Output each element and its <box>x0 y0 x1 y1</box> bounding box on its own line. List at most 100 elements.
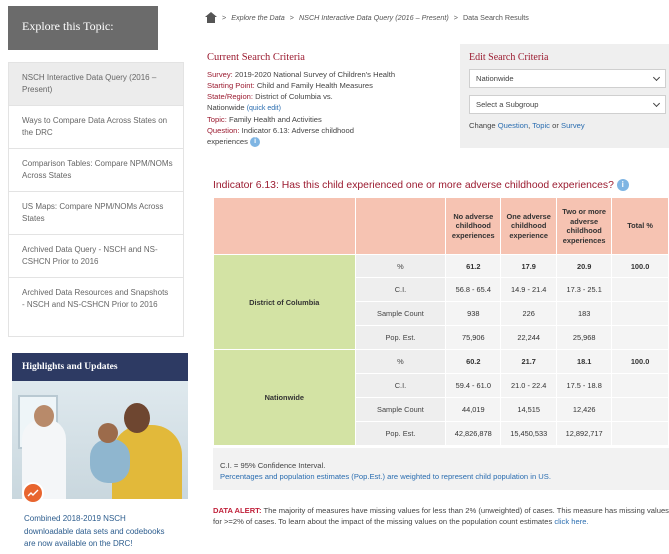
table-cell: 60.2 <box>445 349 502 374</box>
question-value-2: experiences <box>207 137 248 146</box>
table-cell: 21.7 <box>500 349 558 374</box>
table-cell: 12,892,717 <box>556 421 613 446</box>
info-icon[interactable]: i <box>616 179 629 191</box>
table-cell <box>611 325 669 350</box>
group-label: District of Columbia <box>213 254 356 350</box>
row-label: % <box>354 254 447 278</box>
change-prefix: Change <box>469 121 496 130</box>
starting-point-label: Starting Point: <box>207 81 255 90</box>
criteria-title: Current Search Criteria <box>207 52 305 63</box>
results-table: No adverse childhood experiences One adv… <box>213 197 669 446</box>
state-region-value: District of Columbia vs. <box>255 92 333 101</box>
breadcrumb-nsch-query[interactable]: NSCH Interactive Data Query (2016 – Pres… <box>299 13 449 22</box>
table-header: Two or more adverse childhood experience… <box>556 197 613 255</box>
state-region-value-2: Nationwide <box>207 103 245 112</box>
table-cell: 21.0 - 22.4 <box>500 373 558 398</box>
region-select-value: Nationwide <box>476 74 514 83</box>
current-search-criteria: Current Search Criteria Survey: 2019-202… <box>207 52 437 147</box>
table-cell <box>611 277 669 302</box>
data-alert-text: The majority of measures have missing va… <box>213 506 669 526</box>
topic-label: Topic: <box>207 115 227 124</box>
topic-value: Family Health and Activities <box>228 115 322 124</box>
row-label: Pop. Est. <box>354 421 447 446</box>
breadcrumb: > Explore the Data > NSCH Interactive Da… <box>205 12 529 23</box>
table-cell: 20.9 <box>556 254 613 278</box>
row-label: Pop. Est. <box>354 325 447 350</box>
row-label: Sample Count <box>354 397 447 422</box>
quick-edit-link[interactable]: (quick edit) <box>247 105 281 112</box>
highlights-photo[interactable] <box>12 381 188 499</box>
row-label: Sample Count <box>354 301 447 326</box>
sidebar-item-us-maps[interactable]: US Maps: Compare NPM/NOMs Across States <box>9 192 183 235</box>
highlights-link[interactable]: Combined 2018-2019 NSCH downloadable dat… <box>12 499 188 551</box>
sidebar-item-comparison-tables[interactable]: Comparison Tables: Compare NPM/NOMs Acro… <box>9 149 183 192</box>
explore-topic-heading: Explore this Topic: <box>8 6 158 50</box>
indicator-title: Indicator 6.13: Has this child experienc… <box>213 179 629 191</box>
data-alert: DATA ALERT: The majority of measures hav… <box>213 506 669 527</box>
table-cell: 17.9 <box>500 254 558 278</box>
change-or: or <box>552 121 559 130</box>
highlights-heading: Highlights and Updates <box>12 353 188 381</box>
table-cell: 226 <box>500 301 558 326</box>
table-cell: 938 <box>445 301 502 326</box>
data-alert-label: DATA ALERT: <box>213 506 262 515</box>
change-survey-link[interactable]: Survey <box>561 121 585 130</box>
change-links: Change Question, Topic or Survey <box>469 121 669 130</box>
sidebar: Explore this Topic: NSCH Interactive Dat… <box>8 0 184 337</box>
sidebar-item-archived-query[interactable]: Archived Data Query - NSCH and NS-CSHCN … <box>9 235 183 278</box>
question-value: Indicator 6.13: Adverse childhood <box>241 126 354 135</box>
table-cell <box>611 397 669 422</box>
home-icon[interactable] <box>205 12 217 23</box>
breadcrumb-explore-data[interactable]: Explore the Data <box>231 13 285 22</box>
table-cell: 42,826,878 <box>445 421 502 446</box>
table-cell: 100.0 <box>611 349 669 374</box>
table-cell <box>611 373 669 398</box>
group-label: Nationwide <box>213 349 356 446</box>
state-region-label: State/Region: <box>207 92 254 101</box>
pop-note: Percentages and population estimates (Po… <box>220 471 551 481</box>
table-cell: 14,515 <box>500 397 558 422</box>
ci-note: C.I. = 95% Confidence Interval. <box>220 461 326 470</box>
sidebar-item-archived-resources[interactable]: Archived Data Resources and Snapshots - … <box>9 278 183 336</box>
subgroup-select-value: Select a Subgroup <box>476 100 539 109</box>
change-topic-link[interactable]: Topic <box>532 121 550 130</box>
table-cell <box>611 301 669 326</box>
breadcrumb-separator: > <box>453 13 458 22</box>
breadcrumb-separator: > <box>289 13 294 22</box>
table-header: Total % <box>611 197 669 255</box>
chart-trend-icon <box>22 482 44 504</box>
sidebar-item-ways-to-compare[interactable]: Ways to Compare Data Across States on th… <box>9 106 183 149</box>
change-comma: , <box>528 121 531 130</box>
survey-value: 2019-2020 National Survey of Children's … <box>234 70 396 79</box>
region-select[interactable]: Nationwide <box>469 69 666 88</box>
table-header: No adverse childhood experiences <box>445 197 502 255</box>
info-icon[interactable]: i <box>250 137 261 147</box>
table-cell: 61.2 <box>445 254 502 278</box>
row-label: C.I. <box>354 373 447 398</box>
indicator-title-text: Indicator 6.13: Has this child experienc… <box>213 179 614 191</box>
breadcrumb-current: Data Search Results <box>462 13 529 22</box>
table-cell: 56.8 - 65.4 <box>445 277 502 302</box>
breadcrumb-separator: > <box>222 13 227 22</box>
starting-point-value: Child and Family Health Measures <box>256 81 373 90</box>
subgroup-select[interactable]: Select a Subgroup <box>469 95 666 114</box>
survey-label: Survey: <box>207 70 233 79</box>
table-cell: 44,019 <box>445 397 502 422</box>
row-label: C.I. <box>354 277 447 302</box>
chevron-down-icon <box>652 99 661 108</box>
highlights-panel: Highlights and Updates Combined 2018-201… <box>12 353 188 554</box>
table-cell: 22,244 <box>500 325 558 350</box>
table-header-blank <box>354 197 447 255</box>
change-question-link[interactable]: Question <box>498 121 528 130</box>
sidebar-item-nsch-query[interactable]: NSCH Interactive Data Query (2016 – Pres… <box>9 63 183 106</box>
table-cell: 17.5 - 18.8 <box>556 373 613 398</box>
table-header: One adverse childhood experience <box>500 197 558 255</box>
table-cell: 183 <box>556 301 613 326</box>
data-alert-link[interactable]: click here. <box>554 517 588 526</box>
table-cell: 14.9 - 21.4 <box>500 277 558 302</box>
table-cell: 12,426 <box>556 397 613 422</box>
table-cell: 75,906 <box>445 325 502 350</box>
table-cell: 15,450,533 <box>500 421 558 446</box>
table-notes: C.I. = 95% Confidence Interval. Percenta… <box>213 448 669 490</box>
table-cell: 100.0 <box>611 254 669 278</box>
